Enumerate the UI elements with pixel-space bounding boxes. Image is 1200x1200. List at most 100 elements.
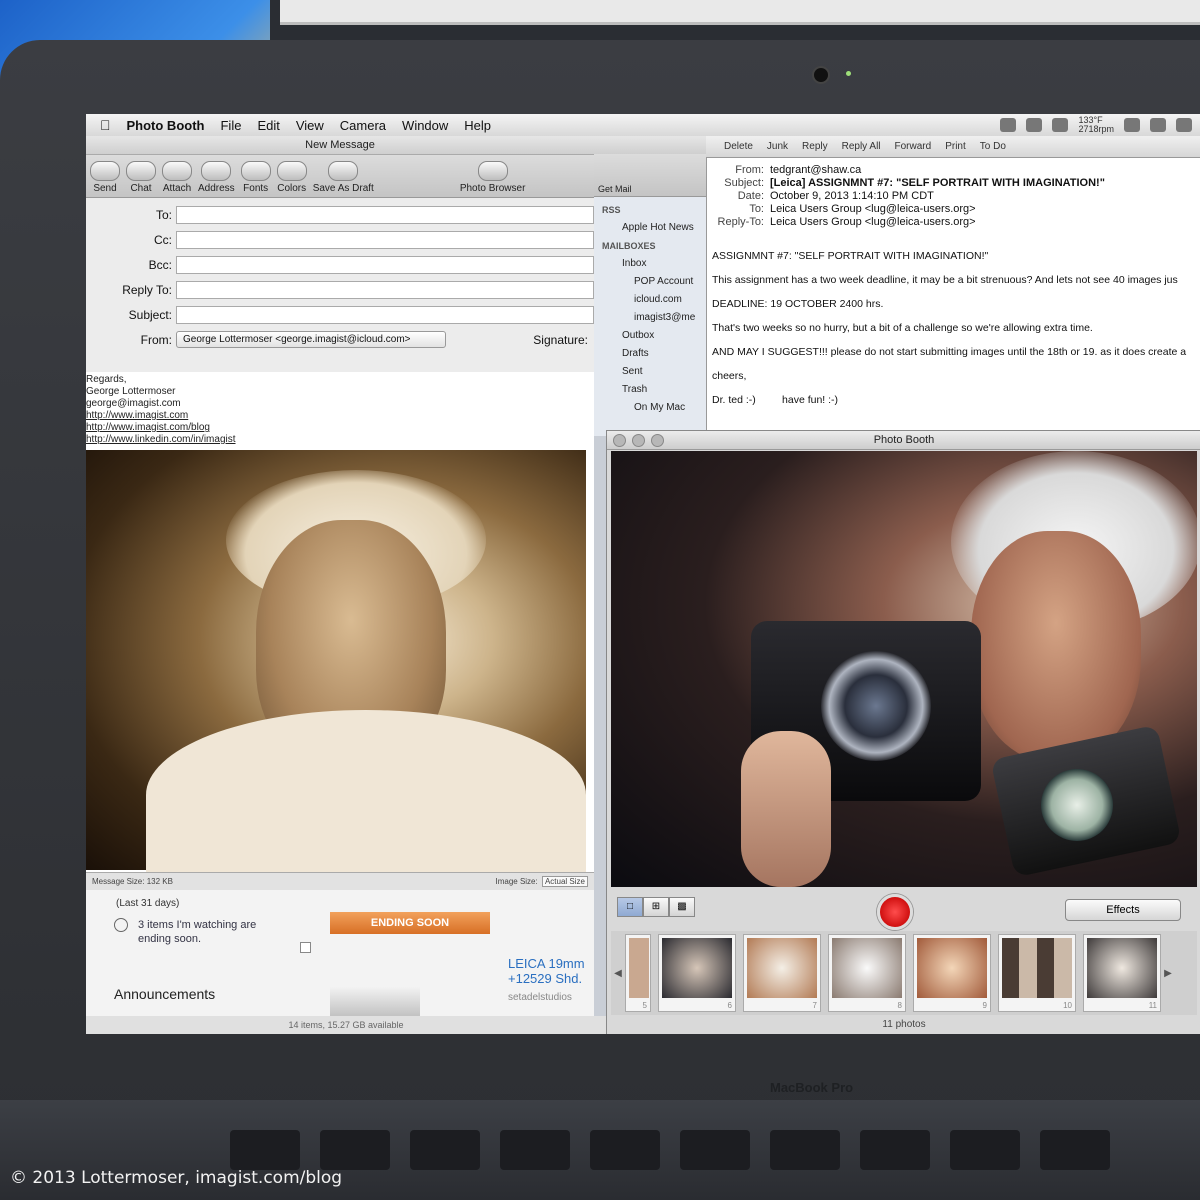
- period-text: (Last 31 days): [116, 898, 180, 909]
- thumbnail-image: [747, 938, 817, 998]
- photo-browser-button[interactable]: Photo Browser: [460, 161, 525, 194]
- effects-button[interactable]: Effects: [1065, 899, 1181, 921]
- sig-link[interactable]: http://www.imagist.com/blog: [86, 422, 594, 434]
- single-photo-mode-icon[interactable]: □: [617, 897, 643, 917]
- item-checkbox[interactable]: [300, 942, 311, 953]
- thumbnail-number: 5: [642, 1001, 647, 1010]
- zoom-button[interactable]: [651, 434, 664, 447]
- sidebar-trash[interactable]: Trash: [602, 381, 706, 399]
- bluetooth-icon[interactable]: [1026, 118, 1043, 132]
- to-header-value[interactable]: Leica Users Group <lug@leica-users.org>: [770, 203, 976, 216]
- cc-field[interactable]: [176, 230, 594, 249]
- chat-button[interactable]: Chat: [126, 161, 156, 194]
- sidebar-apple-news[interactable]: Apple Hot News: [602, 219, 706, 237]
- product-link[interactable]: LEICA 19mm +12529 Shd.: [508, 956, 594, 986]
- dropbox-icon[interactable]: [1000, 118, 1017, 132]
- minimize-button[interactable]: [632, 434, 645, 447]
- junk-button[interactable]: Junk: [767, 141, 788, 152]
- to-field[interactable]: [176, 205, 594, 224]
- menu-camera[interactable]: Camera: [332, 118, 394, 133]
- from-select[interactable]: George Lottermoser <george.imagist@iclou…: [176, 331, 446, 348]
- thumbnail[interactable]: 9: [913, 934, 991, 1012]
- from-header-value[interactable]: tedgrant@shaw.ca: [770, 164, 861, 177]
- ending-soon-button[interactable]: ENDING SOON: [330, 912, 490, 934]
- strip-right-arrow-icon[interactable]: ▶: [1161, 968, 1175, 979]
- key: [680, 1130, 750, 1170]
- forward-button[interactable]: Forward: [895, 141, 932, 152]
- key: [770, 1130, 840, 1170]
- sidebar-inbox[interactable]: Inbox: [602, 255, 706, 273]
- sidebar-drafts[interactable]: Drafts: [602, 345, 706, 363]
- sidebar-icloud[interactable]: icloud.com: [602, 291, 706, 309]
- reply-to-header-value[interactable]: Leica Users Group <lug@leica-users.org>: [770, 216, 976, 229]
- thumbnail-image: [917, 938, 987, 998]
- window-controls: [594, 136, 706, 154]
- thumbnail[interactable]: 7: [743, 934, 821, 1012]
- send-button[interactable]: Send: [90, 161, 120, 194]
- sidebar-pop-account[interactable]: POP Account: [602, 273, 706, 291]
- delete-button[interactable]: Delete: [724, 141, 753, 152]
- get-mail-button[interactable]: Get Mail: [594, 154, 706, 197]
- sync-icon[interactable]: [1124, 118, 1140, 132]
- menu-view[interactable]: View: [288, 118, 332, 133]
- attach-button[interactable]: Attach: [162, 161, 192, 194]
- temperature-readout[interactable]: 133°F 2718rpm: [1078, 116, 1114, 134]
- photo-booth-controls: □ ⊞ ▩ Effects: [611, 889, 1197, 930]
- todo-button[interactable]: To Do: [980, 141, 1006, 152]
- thumbnail[interactable]: 8: [828, 934, 906, 1012]
- close-button[interactable]: [613, 434, 626, 447]
- new-message-title: New Message: [86, 136, 594, 155]
- sidebar-rss[interactable]: RSS: [602, 201, 706, 219]
- reply-to-field[interactable]: [176, 280, 594, 299]
- thumbnail-number: 10: [1063, 1001, 1072, 1010]
- print-button[interactable]: Print: [945, 141, 966, 152]
- sidebar-on-my-mac[interactable]: On My Mac: [602, 399, 706, 417]
- thumbnail[interactable]: 10: [998, 934, 1076, 1012]
- thumbnail-image: [1087, 938, 1157, 998]
- thumbnail[interactable]: 5: [625, 934, 651, 1012]
- address-button[interactable]: Address: [198, 161, 235, 194]
- photo-browser-icon: [477, 161, 508, 181]
- fonts-icon: [240, 161, 271, 181]
- sidebar-mailboxes[interactable]: MAILBOXES: [602, 237, 706, 255]
- sig-link[interactable]: http://www.imagist.com: [86, 410, 594, 422]
- body-line: That's two weeks so no hurry, but a bit …: [712, 322, 1093, 334]
- shutter-button[interactable]: [877, 894, 913, 930]
- sig-email[interactable]: george@imagist.com: [86, 398, 594, 410]
- body-line: DEADLINE: 19 OCTOBER 2400 hrs.: [712, 298, 884, 310]
- thumbnail-image: [662, 938, 732, 998]
- wifi-icon[interactable]: [1052, 118, 1069, 132]
- strip-left-arrow-icon[interactable]: ◀: [611, 968, 625, 979]
- image-size-select[interactable]: Actual Size: [541, 876, 588, 887]
- message-body[interactable]: Regards, George Lottermoser george@imagi…: [86, 372, 594, 880]
- menu-edit[interactable]: Edit: [249, 118, 287, 133]
- fonts-button[interactable]: Fonts: [240, 161, 271, 194]
- key: [590, 1130, 660, 1170]
- menu-file[interactable]: File: [212, 118, 249, 133]
- save-draft-button[interactable]: Save As Draft: [313, 161, 374, 194]
- background-monitor-2: [280, 0, 1200, 25]
- display-icon[interactable]: [1176, 118, 1192, 132]
- sidebar-imagist3[interactable]: imagist3@me: [602, 309, 706, 327]
- sig-link[interactable]: http://www.linkedin.com/in/imagist: [86, 434, 594, 446]
- reply-all-button[interactable]: Reply All: [842, 141, 881, 152]
- apple-menu-icon[interactable]: : [86, 117, 119, 133]
- sidebar-outbox[interactable]: Outbox: [602, 327, 706, 345]
- seller-name[interactable]: setadelstudios: [508, 992, 572, 1003]
- watching-link[interactable]: 3 items I'm watching are ending soon.: [138, 918, 288, 946]
- thumbnail[interactable]: 6: [658, 934, 736, 1012]
- four-up-mode-icon[interactable]: ⊞: [643, 897, 669, 917]
- reply-button[interactable]: Reply: [802, 141, 828, 152]
- colors-button[interactable]: Colors: [276, 161, 307, 194]
- bcc-field[interactable]: [176, 255, 594, 274]
- thumbnail[interactable]: 11: [1083, 934, 1161, 1012]
- subject-field[interactable]: [176, 305, 594, 324]
- menu-help[interactable]: Help: [456, 118, 499, 133]
- menu-app-name[interactable]: Photo Booth: [119, 118, 213, 133]
- movie-mode-icon[interactable]: ▩: [669, 897, 695, 917]
- sidebar-sent[interactable]: Sent: [602, 363, 706, 381]
- attach-label: Attach: [162, 183, 192, 194]
- time-machine-icon[interactable]: [1150, 118, 1166, 132]
- fonts-label: Fonts: [243, 183, 269, 194]
- menu-window[interactable]: Window: [394, 118, 456, 133]
